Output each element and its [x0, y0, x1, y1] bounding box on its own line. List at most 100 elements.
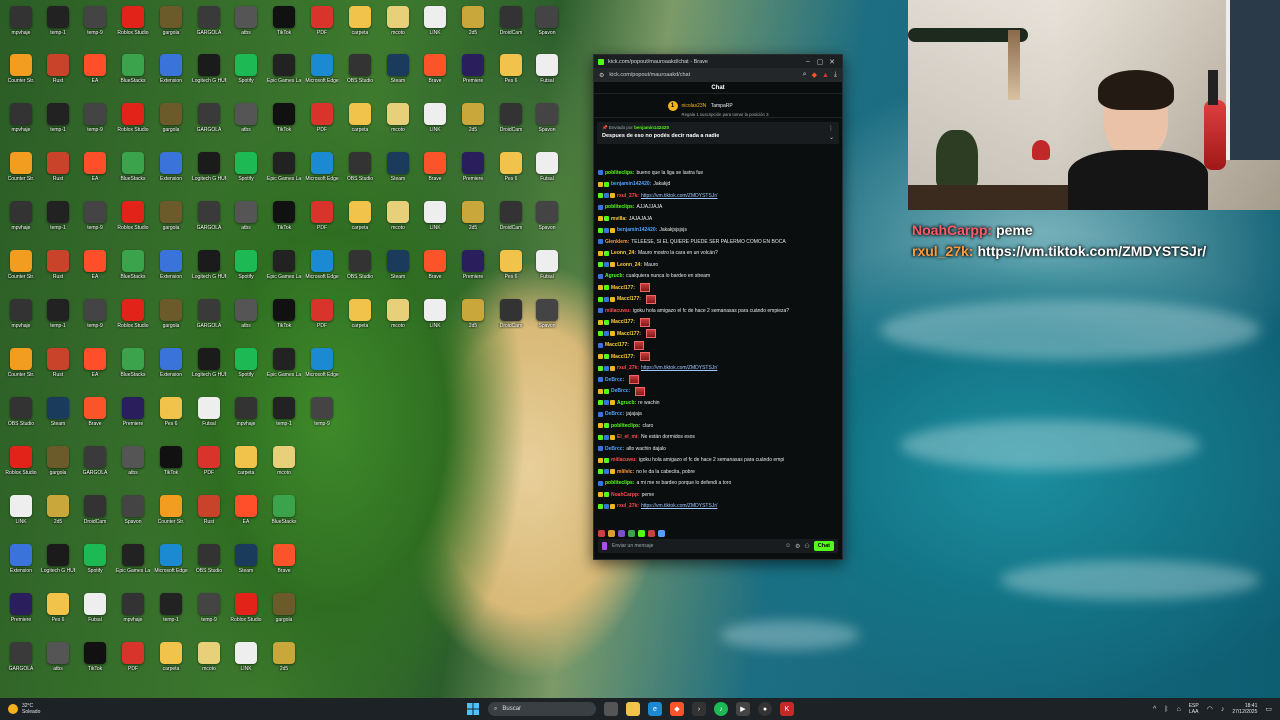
- desktop-shortcut[interactable]: mcoto: [381, 101, 415, 147]
- desktop-shortcut[interactable]: Extension: [154, 150, 188, 196]
- chat-username[interactable]: rxul_27k:: [617, 503, 639, 509]
- site-info-icon[interactable]: ⚙: [599, 72, 604, 79]
- clock[interactable]: 18:41 27/12/2025: [1232, 703, 1257, 715]
- chat-username[interactable]: Maccl177:: [611, 354, 635, 360]
- desktop-shortcut[interactable]: Logitech G HUB: [192, 52, 226, 98]
- desktop-shortcut[interactable]: Logitech G HUB: [192, 248, 226, 294]
- wifi-icon[interactable]: ◠: [1207, 705, 1213, 713]
- recent-emotes[interactable]: [598, 530, 665, 537]
- desktop-shortcut[interactable]: Pes 6: [494, 248, 528, 294]
- emote-icon[interactable]: [658, 530, 665, 537]
- desktop-shortcut[interactable]: Rust: [41, 150, 75, 196]
- chat-message[interactable]: El_el_mi: Ne están dormidos esos: [598, 432, 838, 444]
- desktop-shortcut[interactable]: DroidCam: [78, 493, 112, 539]
- chat-username[interactable]: pobliteclips:: [605, 204, 634, 210]
- desktop-shortcut[interactable]: Extension: [4, 542, 38, 588]
- desktop-shortcut[interactable]: carpeta: [343, 297, 377, 343]
- desktop-shortcut[interactable]: gargola: [267, 591, 301, 637]
- desktop-shortcut[interactable]: BlueStacks: [116, 150, 150, 196]
- desktop-shortcut[interactable]: OBS Studio: [4, 395, 38, 441]
- chat-message[interactable]: DeBrcc:: [598, 374, 838, 386]
- desktop-shortcut[interactable]: mpvhaje: [116, 591, 150, 637]
- chat-message[interactable]: Maccl177:: [598, 294, 838, 306]
- chat-username[interactable]: Maccl177:: [605, 342, 629, 348]
- desktop-shortcut[interactable]: Roblox Studio: [116, 297, 150, 343]
- desktop-shortcut[interactable]: OBS Studio: [192, 542, 226, 588]
- close-icon[interactable]: ✕: [826, 58, 838, 66]
- emote-icon[interactable]: [598, 530, 605, 537]
- desktop-shortcut[interactable]: TikTok: [154, 444, 188, 490]
- volume-icon[interactable]: ♪: [1221, 706, 1225, 713]
- chat-username[interactable]: DeBrcc:: [605, 411, 624, 417]
- desktop-shortcut[interactable]: Premiere: [4, 591, 38, 637]
- desktop-shortcut[interactable]: LINK: [418, 297, 452, 343]
- desktop-shortcut[interactable]: BlueStacks: [116, 346, 150, 392]
- chat-link[interactable]: https://vm.tiktok.com/ZMDYSTSJr/: [641, 365, 717, 371]
- desktop-shortcut[interactable]: Epic Games Launcher: [267, 150, 301, 196]
- desktop-shortcut[interactable]: Spotify: [229, 52, 263, 98]
- desktop-shortcut[interactable]: Spavon: [530, 297, 564, 343]
- desktop-shortcut[interactable]: Spotify: [78, 542, 112, 588]
- desktop-shortcut[interactable]: Brave: [418, 248, 452, 294]
- obs-icon[interactable]: ●: [758, 702, 772, 716]
- desktop-shortcut[interactable]: OBS Studio: [343, 248, 377, 294]
- pinned-message[interactable]: 📌 Enviado por benjamin142420 Despues de …: [597, 122, 839, 144]
- chat-message[interactable]: Maccl177:: [598, 328, 838, 340]
- notification-icon[interactable]: ▭: [1265, 705, 1272, 713]
- desktop-shortcut[interactable]: Spotify: [229, 248, 263, 294]
- desktop-shortcut[interactable]: Brave: [418, 150, 452, 196]
- emote-icon[interactable]: [608, 530, 615, 537]
- desktop-shortcut[interactable]: DroidCam: [494, 199, 528, 245]
- desktop-shortcut[interactable]: LINK: [229, 640, 263, 686]
- desktop-shortcut[interactable]: carpeta: [229, 444, 263, 490]
- chat-message-list[interactable]: pobliteclips: bueno que la liga se lastra…: [598, 167, 838, 527]
- desktop-shortcut[interactable]: mcoto: [381, 4, 415, 50]
- chat-message[interactable]: Maccl177:: [598, 351, 838, 363]
- desktop-shortcut[interactable]: mpvhaje: [4, 4, 38, 50]
- chat-message[interactable]: DeBrcc:: [598, 386, 838, 398]
- desktop-shortcut[interactable]: Microsoft Edge: [305, 52, 339, 98]
- chat-username[interactable]: miilacuwu:: [605, 308, 631, 314]
- chat-message[interactable]: DeBrcc: jajajaja: [598, 409, 838, 421]
- desktop-shortcut[interactable]: TikTok: [267, 101, 301, 147]
- chat-username[interactable]: pobliteclips:: [605, 170, 634, 176]
- desktop-shortcut[interactable]: gargola: [154, 297, 188, 343]
- desktop-shortcut[interactable]: GARGOLA: [192, 297, 226, 343]
- desktop-shortcut[interactable]: GARGOLA: [78, 444, 112, 490]
- chat-emote[interactable]: [639, 283, 650, 293]
- desktop-shortcut[interactable]: Steam: [229, 542, 263, 588]
- desktop-shortcut[interactable]: 2d5: [456, 199, 490, 245]
- desktop-shortcut[interactable]: temp-1: [267, 395, 301, 441]
- chat-message[interactable]: Maccl177:: [598, 317, 838, 329]
- desktop-shortcut[interactable]: mpvhaje: [4, 199, 38, 245]
- chat-username[interactable]: miilacuwu:: [611, 457, 637, 463]
- desktop-shortcut[interactable]: Futsal: [530, 150, 564, 196]
- taskbar[interactable]: 32°C Soleado ⌕ Buscar e ◆ › ♪ ▶ ● K ^ ᛒ …: [0, 698, 1280, 720]
- chat-message[interactable]: mlilvic: no le da la cabecita, pobre: [598, 466, 838, 478]
- chat-message[interactable]: miilacuwu: igoku hola amigazo el fc de ha…: [598, 305, 838, 317]
- browser-window[interactable]: kick.com/popout/mauroaakd/chat - Brave –…: [593, 54, 843, 560]
- chat-username[interactable]: Maccl177:: [617, 296, 641, 302]
- desktop-shortcut[interactable]: Brave: [418, 52, 452, 98]
- chat-message[interactable]: Maccl177:: [598, 282, 838, 294]
- system-tray[interactable]: ^ ᛒ ⌂ ESP LAA ◠ ♪ 18:41 27/12/2025 ▭: [1153, 698, 1272, 720]
- desktop-shortcut[interactable]: EA: [229, 493, 263, 539]
- desktop-shortcut[interactable]: atbs: [41, 640, 75, 686]
- desktop-shortcut[interactable]: 2d5: [456, 4, 490, 50]
- chat-username[interactable]: Maccl177:: [617, 331, 641, 337]
- desktop-shortcut[interactable]: TikTok: [267, 199, 301, 245]
- chat-message[interactable]: miilacuwu: igoku hola amigazo el fc de ha…: [598, 455, 838, 467]
- chat-username[interactable]: Glenklem:: [605, 239, 629, 245]
- chat-username[interactable]: benjamin142420:: [611, 181, 651, 187]
- desktop-shortcut[interactable]: atbs: [229, 199, 263, 245]
- chat-message[interactable]: pobliteclips: a mi me re bardeo porque lo…: [598, 478, 838, 490]
- emote-icon[interactable]: [638, 530, 645, 537]
- chat-username[interactable]: pobliteclips:: [605, 480, 634, 486]
- chat-username[interactable]: Agrucb:: [605, 273, 624, 279]
- desktop-shortcut[interactable]: Premiere: [456, 150, 490, 196]
- chat-emote[interactable]: [645, 329, 656, 339]
- taskbar-apps[interactable]: ⌕ Buscar e ◆ › ♪ ▶ ● K: [466, 698, 794, 720]
- pinned-by-user[interactable]: benjamin142420: [634, 125, 669, 130]
- desktop-shortcut[interactable]: Brave: [267, 542, 301, 588]
- desktop-shortcut[interactable]: PDF: [116, 640, 150, 686]
